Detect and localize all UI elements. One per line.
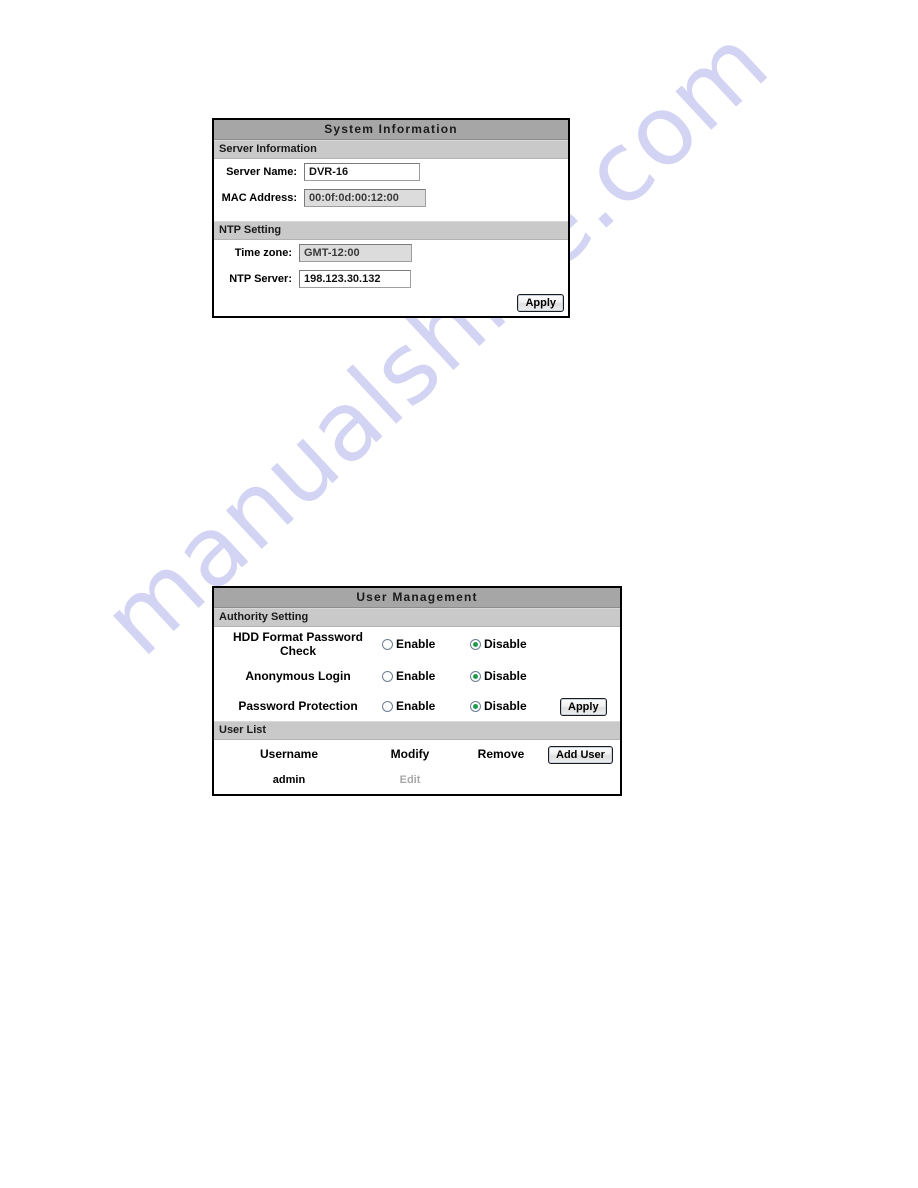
- page-title-user-management: User Management: [214, 588, 620, 608]
- radio-selected-icon[interactable]: [470, 638, 481, 650]
- form-row-mac-address: MAC Address: 00:0f:0d:00:12:00: [214, 185, 568, 211]
- radio-selected-icon[interactable]: [470, 700, 481, 712]
- auth-row-anonymous-login: Anonymous Login Enable Disable: [214, 661, 620, 691]
- section-header-user-list: User List: [214, 721, 620, 740]
- hdd-format-enable-label: Enable: [396, 637, 436, 651]
- ntp-server-input[interactable]: 198.123.30.132: [299, 270, 411, 288]
- user-list-header-row: Username Modify Remove Add User: [214, 740, 620, 768]
- section-header-ntp-setting: NTP Setting: [214, 221, 568, 240]
- section-header-server-information: Server Information: [214, 140, 568, 159]
- form-row-server-name: Server Name: DVR-16: [214, 159, 568, 185]
- password-protection-enable-label: Enable: [396, 699, 436, 713]
- column-header-username: Username: [259, 747, 319, 761]
- anonymous-login-enable-label: Enable: [396, 669, 436, 683]
- user-username-cell: admin: [272, 774, 306, 786]
- ntp-server-label: NTP Server:: [229, 273, 292, 285]
- add-user-container: Add User: [546, 745, 620, 764]
- mac-address-value: 00:0f:0d:00:12:00: [304, 189, 426, 207]
- auth-row-password-protection: Password Protection Enable Disable Apply: [214, 691, 620, 721]
- system-information-panel: System Information Server Information Se…: [212, 118, 570, 318]
- hdd-format-disable-option[interactable]: Disable: [470, 637, 558, 651]
- system-apply-container: Apply: [517, 293, 564, 312]
- user-apply-container: Apply: [558, 697, 620, 716]
- form-row-ntp-server: NTP Server: 198.123.30.132: [214, 266, 568, 292]
- radio-unselected-icon[interactable]: [382, 638, 393, 650]
- password-protection-disable-label: Disable: [484, 699, 527, 713]
- time-zone-select[interactable]: GMT-12:00: [299, 244, 412, 262]
- user-edit-link[interactable]: Edit: [364, 774, 456, 786]
- anonymous-login-enable-option[interactable]: Enable: [382, 669, 470, 683]
- auth-row-hdd-format-password-check: HDD Format Password Check Enable Disable: [214, 627, 620, 661]
- server-name-input[interactable]: DVR-16: [304, 163, 420, 181]
- page-title-system-information: System Information: [214, 120, 568, 140]
- system-apply-button[interactable]: Apply: [517, 294, 564, 312]
- time-zone-label: Time zone:: [234, 247, 292, 259]
- form-row-time-zone: Time zone: GMT-12:00: [214, 240, 568, 266]
- column-header-modify: Modify: [390, 747, 430, 761]
- server-name-label: Server Name:: [226, 166, 297, 178]
- hdd-format-disable-label: Disable: [484, 637, 527, 651]
- user-management-panel: User Management Authority Setting HDD Fo…: [212, 586, 622, 796]
- hdd-format-password-check-label: HDD Format Password Check: [232, 630, 364, 658]
- radio-unselected-icon[interactable]: [382, 700, 393, 712]
- column-header-remove: Remove: [477, 747, 525, 761]
- hdd-format-enable-option[interactable]: Enable: [382, 637, 470, 651]
- password-protection-disable-option[interactable]: Disable: [470, 699, 558, 713]
- anonymous-login-label: Anonymous Login: [245, 669, 351, 683]
- table-row: admin Edit: [214, 768, 620, 792]
- radio-selected-icon[interactable]: [470, 670, 481, 682]
- mac-address-label: MAC Address:: [221, 192, 297, 204]
- authority-apply-button[interactable]: Apply: [560, 697, 607, 716]
- add-user-button[interactable]: Add User: [548, 745, 613, 764]
- section-header-authority-setting: Authority Setting: [214, 608, 620, 627]
- password-protection-enable-option[interactable]: Enable: [382, 699, 470, 713]
- radio-unselected-icon[interactable]: [382, 670, 393, 682]
- password-protection-label: Password Protection: [238, 699, 358, 713]
- anonymous-login-disable-option[interactable]: Disable: [470, 669, 558, 683]
- anonymous-login-disable-label: Disable: [484, 669, 527, 683]
